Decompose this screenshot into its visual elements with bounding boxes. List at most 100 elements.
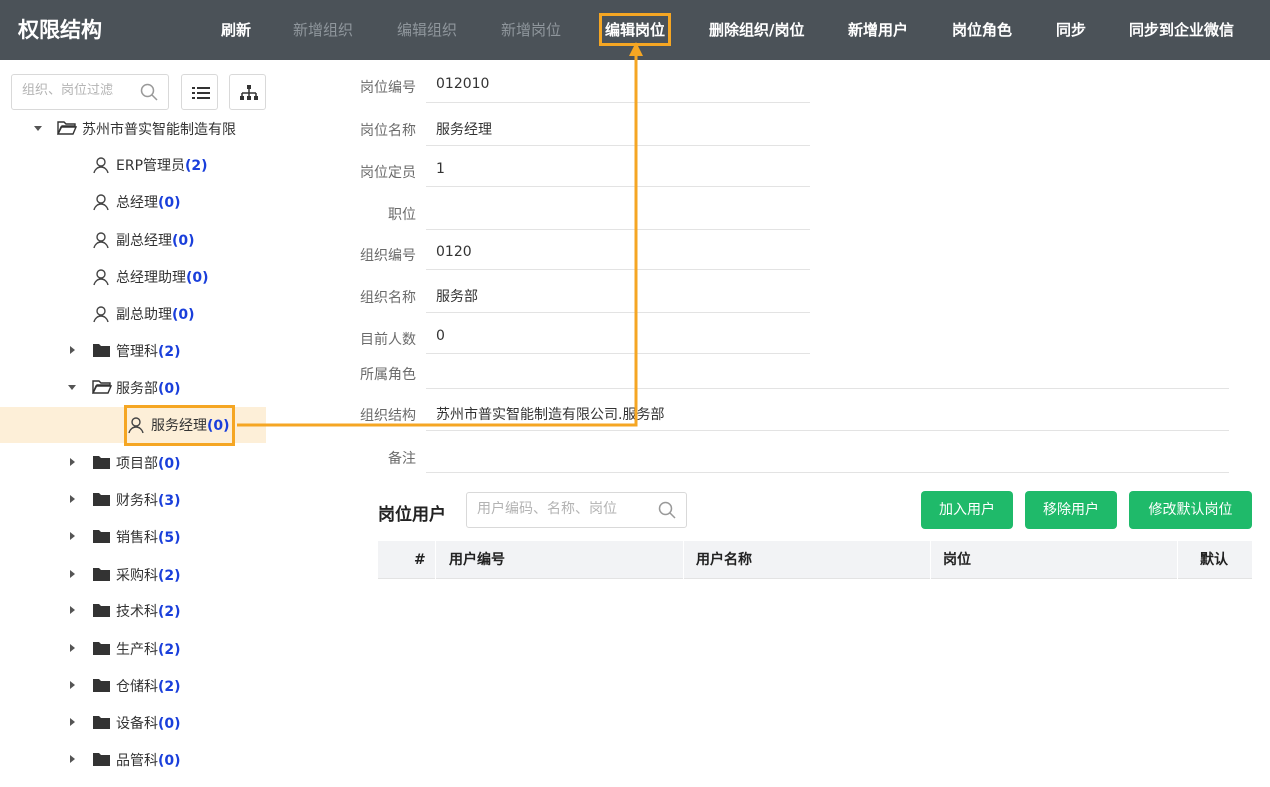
divider <box>426 472 1229 473</box>
tree-node-sales[interactable]: 销售科(5) <box>0 519 266 555</box>
change-default-post-button[interactable]: 修改默认岗位 <box>1129 491 1252 529</box>
col-post[interactable]: 岗位 <box>943 541 971 579</box>
folder-icon <box>93 679 110 692</box>
search-icon[interactable] <box>140 83 158 101</box>
tree-node-label: 副总经理 <box>116 233 172 249</box>
divider <box>426 388 1229 389</box>
edit-post-button[interactable]: 编辑岗位 <box>598 13 672 46</box>
tree-node-production[interactable]: 生产科(2) <box>0 631 266 667</box>
caret-right-icon[interactable] <box>70 718 75 726</box>
tree-node-label: 设备科 <box>116 716 158 732</box>
tree-node-company[interactable]: 苏州市普实智能制造有限 <box>0 111 266 147</box>
tree-node-count: (2) <box>158 604 181 620</box>
col-user-name[interactable]: 用户名称 <box>696 541 752 579</box>
user-icon <box>93 194 109 211</box>
tree-filter-search[interactable] <box>11 74 169 110</box>
tree-filter-input[interactable] <box>22 83 132 98</box>
headcount-label: 岗位定员 <box>360 165 416 181</box>
caret-right-icon[interactable] <box>70 681 75 689</box>
tree-node-label: 项目部 <box>116 456 158 472</box>
tree-node-management[interactable]: 管理科(2) <box>0 333 266 369</box>
sync-wecom-button[interactable]: 同步到企业微信 <box>1129 19 1234 40</box>
col-index: # <box>414 552 426 568</box>
user-icon <box>93 269 109 286</box>
org-code-label: 组织编号 <box>360 248 416 264</box>
tree-node-deputy-gm[interactable]: 副总经理(0) <box>0 222 266 258</box>
tree-node-label: 技术科 <box>116 604 158 620</box>
user-search[interactable] <box>466 492 687 528</box>
tree-node-gm[interactable]: 总经理(0) <box>0 184 266 220</box>
list-icon <box>192 87 210 99</box>
tree-node-label: 财务科 <box>116 493 158 509</box>
tree-node-finance[interactable]: 财务科(3) <box>0 482 266 518</box>
caret-right-icon[interactable] <box>70 346 75 354</box>
caret-right-icon[interactable] <box>70 458 75 466</box>
folder-icon <box>93 642 110 655</box>
top-toolbar: 权限结构 刷新 新增组织 编辑组织 新增岗位 编辑岗位 删除组织/岗位 新增用户… <box>0 0 1270 60</box>
org-code-value: 0120 <box>436 244 472 260</box>
refresh-button[interactable]: 刷新 <box>221 19 251 40</box>
folder-icon <box>93 716 110 729</box>
post-code-value: 012010 <box>436 76 490 92</box>
tree-node-label: 总经理助理 <box>116 270 186 286</box>
post-users-title: 岗位用户 <box>378 505 446 525</box>
tree-node-gm-assistant[interactable]: 总经理助理(0) <box>0 259 266 295</box>
tree-node-erp-admin[interactable]: ERP管理员(2) <box>0 147 266 183</box>
col-user-code[interactable]: 用户编号 <box>449 541 505 579</box>
divider <box>426 269 810 270</box>
caret-right-icon[interactable] <box>70 532 75 540</box>
caret-down-icon[interactable] <box>34 126 42 131</box>
tree-node-count: (0) <box>158 381 181 397</box>
tree-node-technology[interactable]: 技术科(2) <box>0 593 266 629</box>
tree-node-count: (2) <box>158 642 181 658</box>
divider <box>683 541 684 579</box>
tree-node-label: 副总助理 <box>116 307 172 323</box>
search-icon[interactable] <box>658 501 676 519</box>
caret-down-icon[interactable] <box>68 385 76 390</box>
tree-node-count: (0) <box>172 307 195 323</box>
app-title: 权限结构 <box>18 18 102 42</box>
remove-user-button[interactable]: 移除用户 <box>1025 491 1117 529</box>
tree-node-purchasing[interactable]: 采购科(2) <box>0 557 266 593</box>
caret-right-icon[interactable] <box>70 755 75 763</box>
add-user-to-post-button[interactable]: 加入用户 <box>921 491 1013 529</box>
caret-right-icon[interactable] <box>70 644 75 652</box>
tree-node-count: (0) <box>158 456 181 472</box>
caret-right-icon[interactable] <box>70 570 75 578</box>
tree-node-project[interactable]: 项目部(0) <box>0 445 266 481</box>
tree-node-quality[interactable]: 品管科(0) <box>0 742 266 778</box>
tree-node-label: 总经理 <box>116 195 158 211</box>
tree-node-service-dept[interactable]: 服务部(0) <box>0 370 266 406</box>
org-chart-icon <box>240 85 258 100</box>
post-role-button[interactable]: 岗位角色 <box>952 19 1012 40</box>
tree-node-deputy-assistant[interactable]: 副总助理(0) <box>0 296 266 332</box>
user-search-input[interactable] <box>477 501 647 517</box>
tree-node-count: (2) <box>185 158 208 174</box>
tree-node-label: 仓储科 <box>116 679 158 695</box>
delete-org-post-button[interactable]: 删除组织/岗位 <box>709 19 804 40</box>
col-default[interactable]: 默认 <box>1200 541 1228 579</box>
current-count-value: 0 <box>436 328 445 344</box>
tree-node-warehouse[interactable]: 仓储科(2) <box>0 668 266 704</box>
tree-node-equipment[interactable]: 设备科(0) <box>0 705 266 741</box>
tree-node-count: (0) <box>172 233 195 249</box>
tree-node-label: 销售科 <box>116 530 158 546</box>
add-org-button[interactable]: 新增组织 <box>293 19 353 40</box>
add-post-button[interactable]: 新增岗位 <box>501 19 561 40</box>
tree-node-count: (0) <box>186 270 209 286</box>
tree-node-count: (2) <box>158 344 181 360</box>
tree-node-count: (0) <box>158 716 181 732</box>
add-user-button[interactable]: 新增用户 <box>848 19 908 40</box>
tree-node-count: (5) <box>158 530 181 546</box>
edit-org-button[interactable]: 编辑组织 <box>397 19 457 40</box>
tree-node-count: (2) <box>158 679 181 695</box>
rank-label: 职位 <box>388 207 416 223</box>
tree-node-label: 采购科 <box>116 568 158 584</box>
caret-right-icon[interactable] <box>70 495 75 503</box>
caret-right-icon[interactable] <box>70 606 75 614</box>
sync-button[interactable]: 同步 <box>1056 19 1086 40</box>
list-view-button[interactable] <box>181 74 218 110</box>
divider <box>426 312 810 313</box>
org-chart-view-button[interactable] <box>229 74 266 110</box>
folder-icon <box>93 568 110 581</box>
